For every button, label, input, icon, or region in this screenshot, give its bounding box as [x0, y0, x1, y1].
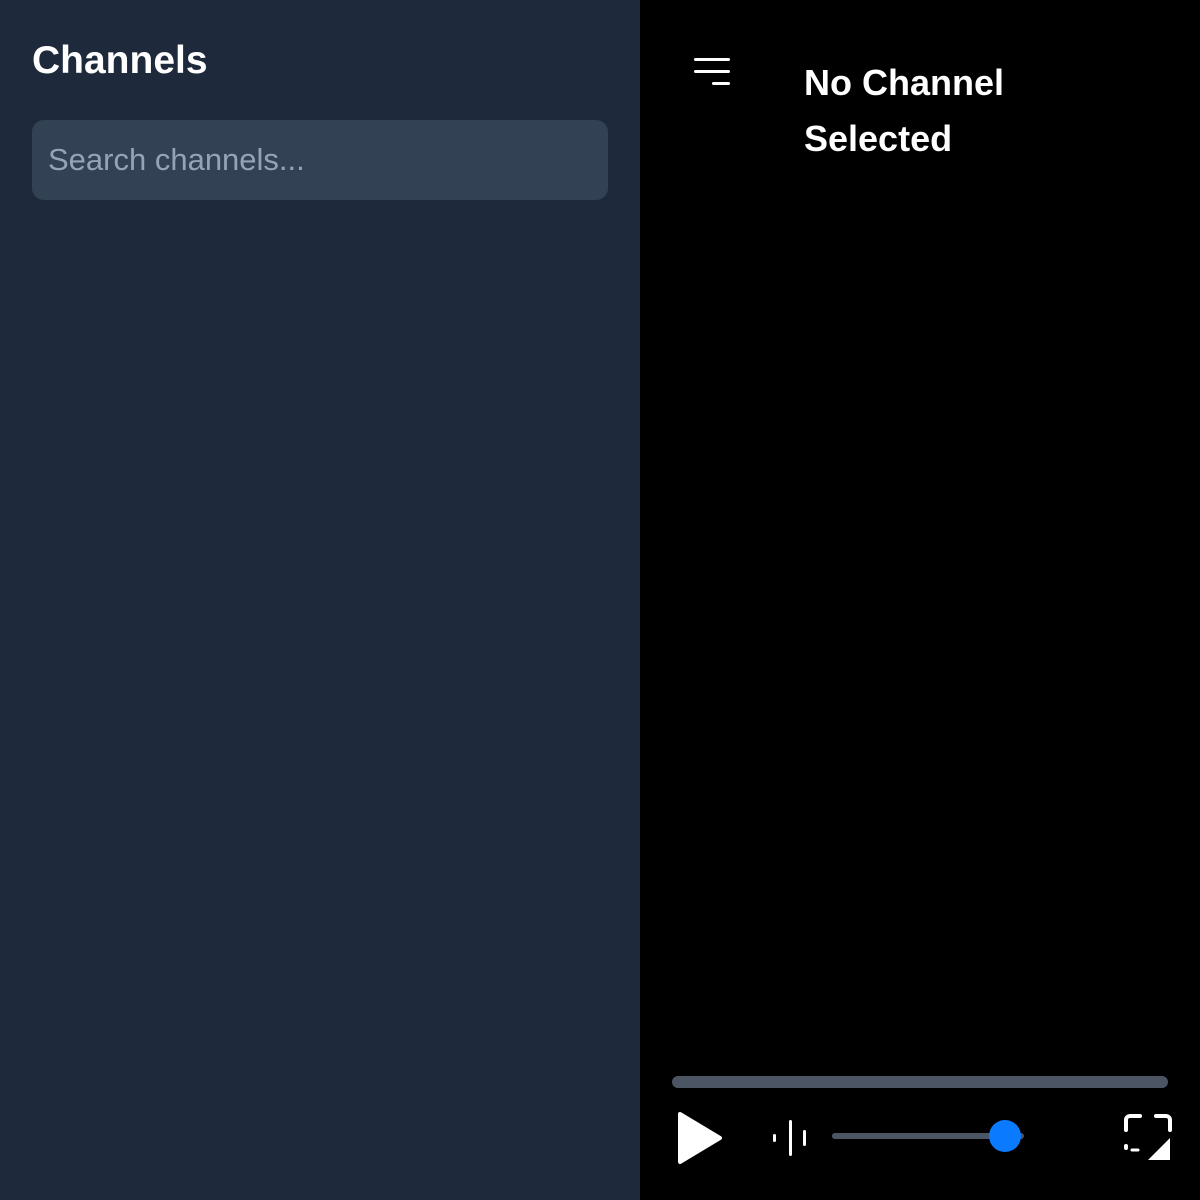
volume-button[interactable]	[770, 1116, 814, 1160]
menu-button[interactable]	[692, 52, 732, 92]
volume-slider[interactable]	[832, 1120, 1024, 1152]
play-icon	[678, 1112, 722, 1164]
progress-bar[interactable]	[672, 1076, 1168, 1088]
search-input[interactable]	[32, 120, 608, 200]
fullscreen-icon	[1124, 1114, 1172, 1160]
volume-slider-thumb[interactable]	[988, 1120, 1021, 1152]
fullscreen-button[interactable]	[1124, 1114, 1172, 1162]
volume-bars-icon	[773, 1120, 806, 1156]
app-window: Channels No Channel Selected	[0, 0, 1200, 1200]
play-button[interactable]	[676, 1111, 724, 1165]
sidebar-title: Channels	[32, 39, 208, 82]
search-box	[32, 120, 608, 200]
volume-fill	[832, 1133, 1005, 1139]
channel-sidebar: Channels	[0, 0, 640, 1200]
menu-lines-icon	[694, 58, 730, 85]
video-player: No Channel Selected	[640, 0, 1200, 1200]
player-controls	[672, 1108, 1172, 1168]
channel-title: No Channel Selected	[804, 62, 1005, 159]
